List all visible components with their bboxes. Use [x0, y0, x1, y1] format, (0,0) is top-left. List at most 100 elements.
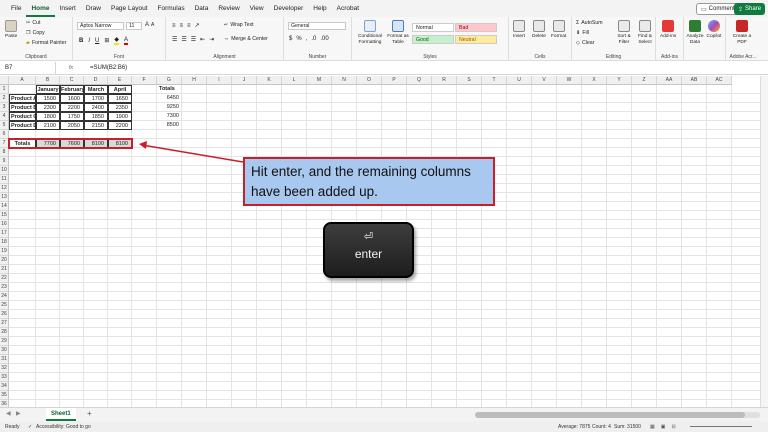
month-header[interactable]: April — [108, 85, 132, 94]
row-header[interactable]: 25 — [0, 301, 9, 310]
menu-view[interactable]: View — [245, 0, 269, 17]
row-header[interactable]: 11 — [0, 175, 9, 184]
tab-scroll-right-icon[interactable]: ▶ — [16, 410, 21, 417]
fx-icon[interactable]: fx — [56, 65, 86, 71]
outdent-icon[interactable]: ⇥ — [209, 36, 214, 43]
product-name-cell[interactable]: Product C — [9, 112, 37, 121]
data-cell[interactable]: 1900 — [108, 112, 132, 121]
row-header[interactable]: 6 — [0, 130, 9, 139]
column-header[interactable]: S — [457, 76, 482, 85]
month-header[interactable]: February — [60, 85, 85, 94]
data-cell[interactable]: 2150 — [84, 121, 108, 130]
tab-sheet1[interactable]: Sheet1 — [46, 408, 76, 421]
g-total-cell[interactable]: 9250 — [157, 103, 182, 112]
column-header[interactable]: AC — [707, 76, 732, 85]
cut-button[interactable]: ✂ Cut — [26, 20, 40, 26]
row-header[interactable]: 35 — [0, 391, 9, 400]
row-header[interactable]: 7 — [0, 139, 9, 148]
row-header[interactable]: 15 — [0, 211, 9, 220]
column-header[interactable]: A — [9, 76, 36, 85]
column-header[interactable]: L — [282, 76, 307, 85]
autosum-button[interactable]: Σ AutoSum — [576, 20, 603, 26]
column-header[interactable]: AA — [657, 76, 682, 85]
data-cell[interactable]: 1850 — [84, 112, 108, 121]
row-header[interactable]: 17 — [0, 229, 9, 238]
row-header[interactable]: 26 — [0, 310, 9, 319]
data-cell[interactable]: 1650 — [108, 94, 132, 103]
wrap-text-button[interactable]: ↵ Wrap Text — [224, 22, 254, 28]
font-size-buttons[interactable]: AA — [145, 22, 154, 28]
clear-button[interactable]: ◇ Clear — [576, 40, 594, 46]
accessibility-icon[interactable]: ✓ — [28, 424, 32, 430]
style-bad[interactable]: Bad — [455, 23, 497, 32]
row-header[interactable]: 27 — [0, 319, 9, 328]
row-header[interactable]: 34 — [0, 382, 9, 391]
row-header[interactable]: 19 — [0, 247, 9, 256]
fill-color-icon[interactable]: ◆ — [114, 36, 120, 45]
data-cell[interactable]: 2400 — [84, 103, 108, 112]
merge-center-button[interactable]: ⇔ Merge & Center — [224, 36, 268, 42]
format-painter-button[interactable]: ▰ Format Painter — [26, 40, 66, 46]
data-cell[interactable]: 1500 — [36, 94, 60, 103]
menu-review[interactable]: Review — [213, 0, 244, 17]
row-header[interactable]: 10 — [0, 166, 9, 175]
style-neutral[interactable]: Neutral — [455, 35, 497, 44]
product-name-cell[interactable]: Product B — [9, 103, 37, 112]
row-header[interactable]: 24 — [0, 292, 9, 301]
menu-acrobat[interactable]: Acrobat — [332, 0, 364, 17]
horizontal-scroll-thumb[interactable] — [475, 412, 745, 418]
status-accessibility[interactable]: Accessibility: Good to go — [36, 424, 91, 430]
sort-filter-button[interactable]: Sort & Filter — [614, 20, 634, 45]
column-header[interactable]: U — [507, 76, 532, 85]
product-name-cell[interactable]: Product A — [9, 94, 37, 103]
increase-decimal-icon[interactable]: .0 — [311, 36, 316, 42]
column-header[interactable]: W — [557, 76, 582, 85]
analyze-data-button[interactable]: Analyze Data — [686, 20, 704, 45]
menu-draw[interactable]: Draw — [81, 0, 106, 17]
menu-data[interactable]: Data — [190, 0, 214, 17]
total-cell[interactable]: 7700 — [36, 139, 60, 148]
row-header[interactable]: 16 — [0, 220, 9, 229]
row-header[interactable]: 2 — [0, 94, 9, 103]
menu-file[interactable]: File — [6, 0, 26, 17]
data-cell[interactable]: 2200 — [108, 121, 132, 130]
column-header[interactable]: P — [382, 76, 407, 85]
row-header[interactable]: 33 — [0, 373, 9, 382]
select-all-corner[interactable] — [0, 76, 9, 85]
month-header[interactable]: March — [84, 85, 108, 94]
format-as-table-button[interactable]: Format as Table — [386, 20, 410, 45]
column-header[interactable]: Q — [407, 76, 432, 85]
font-color-icon[interactable]: A — [124, 37, 129, 45]
decrease-decimal-icon[interactable]: .00 — [320, 36, 328, 42]
row-header[interactable]: 1 — [0, 85, 9, 94]
data-cell[interactable]: 2100 — [36, 121, 60, 130]
view-buttons[interactable]: ▦▣⊟ — [650, 424, 682, 430]
font-size-select[interactable]: 11 — [126, 22, 142, 30]
row-header[interactable]: 28 — [0, 328, 9, 337]
row-header[interactable]: 3 — [0, 103, 9, 112]
name-box[interactable]: B7 — [0, 61, 56, 75]
copy-button[interactable]: ❐ Copy — [26, 30, 45, 36]
fill-button[interactable]: ⬇ Fill — [576, 30, 589, 36]
row-header[interactable]: 32 — [0, 364, 9, 373]
total-cell[interactable]: 8100 — [108, 139, 132, 148]
menu-page-layout[interactable]: Page Layout — [106, 0, 153, 17]
paste-button[interactable]: Paste — [5, 20, 17, 40]
menu-help[interactable]: Help — [308, 0, 331, 17]
data-cell[interactable]: 2050 — [60, 121, 84, 130]
add-sheet-button[interactable]: + — [87, 409, 92, 418]
column-header[interactable]: V — [532, 76, 557, 85]
formula-input[interactable]: =SUM(B2:B6) — [86, 65, 127, 71]
vertical-scrollbar[interactable] — [760, 76, 768, 412]
create-pdf-button[interactable]: Create a PDF — [730, 20, 754, 45]
row-header[interactable]: 29 — [0, 337, 9, 346]
menu-developer[interactable]: Developer — [269, 0, 309, 17]
row-header[interactable]: 30 — [0, 346, 9, 355]
font-name-select[interactable]: Aptos Narrow — [77, 22, 124, 30]
column-header[interactable]: T — [482, 76, 507, 85]
orientation-icon[interactable]: ↗ — [195, 22, 200, 29]
align-middle-icon[interactable]: ≡ — [180, 23, 184, 29]
zoom-slider[interactable] — [690, 426, 752, 427]
column-header[interactable]: E — [108, 76, 132, 85]
row-header[interactable]: 22 — [0, 274, 9, 283]
